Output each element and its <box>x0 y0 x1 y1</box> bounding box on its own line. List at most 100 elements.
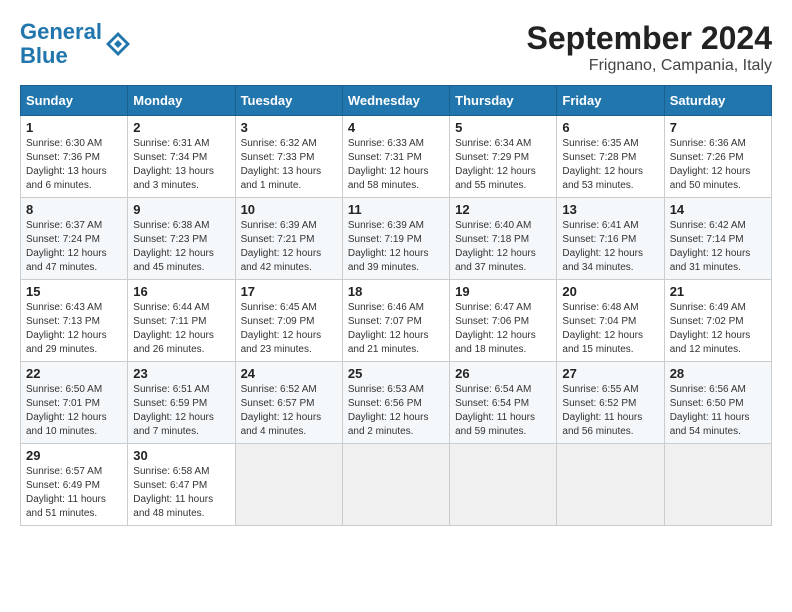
day-number: 13 <box>562 202 658 217</box>
calendar-cell: 22 Sunrise: 6:50 AMSunset: 7:01 PMDayligh… <box>21 362 128 444</box>
calendar-cell: 10 Sunrise: 6:39 AMSunset: 7:21 PMDayligh… <box>235 198 342 280</box>
calendar-cell: 1 Sunrise: 6:30 AMSunset: 7:36 PMDaylight… <box>21 116 128 198</box>
calendar-cell: 8Sunrise: 6:37 AMSunset: 7:24 PMDaylight… <box>21 198 128 280</box>
calendar-cell: 5 Sunrise: 6:34 AMSunset: 7:29 PMDaylight… <box>450 116 557 198</box>
calendar-cell: 24 Sunrise: 6:52 AMSunset: 6:57 PMDayligh… <box>235 362 342 444</box>
day-number: 27 <box>562 366 658 381</box>
cell-details: Sunrise: 6:44 AMSunset: 7:11 PMDaylight:… <box>133 301 229 357</box>
day-number: 11 <box>348 202 444 217</box>
calendar-week-row: 1 Sunrise: 6:30 AMSunset: 7:36 PMDaylight… <box>21 116 772 198</box>
calendar-cell: 29 Sunrise: 6:57 AMSunset: 6:49 PMDayligh… <box>21 444 128 526</box>
cell-details: Sunrise: 6:30 AMSunset: 7:36 PMDaylight:… <box>26 137 122 193</box>
cell-details: Sunrise: 6:48 AMSunset: 7:04 PMDaylight:… <box>562 301 658 357</box>
cell-details: Sunrise: 6:35 AMSunset: 7:28 PMDaylight:… <box>562 137 658 193</box>
cell-details: Sunrise: 6:54 AMSunset: 6:54 PMDaylight:… <box>455 383 551 439</box>
cell-details: Sunrise: 6:57 AMSunset: 6:49 PMDaylight:… <box>26 465 122 521</box>
calendar-cell: 13 Sunrise: 6:41 AMSunset: 7:16 PMDayligh… <box>557 198 664 280</box>
cell-details: Sunrise: 6:56 AMSunset: 6:50 PMDaylight:… <box>670 383 766 439</box>
calendar-cell: 28 Sunrise: 6:56 AMSunset: 6:50 PMDayligh… <box>664 362 771 444</box>
day-number: 3 <box>241 120 337 135</box>
calendar-cell: 27Sunrise: 6:55 AMSunset: 6:52 PMDayligh… <box>557 362 664 444</box>
cell-details: Sunrise: 6:46 AMSunset: 7:07 PMDaylight:… <box>348 301 444 357</box>
day-number: 28 <box>670 366 766 381</box>
day-number: 2 <box>133 120 229 135</box>
calendar-cell <box>557 444 664 526</box>
logo-blue: Blue <box>20 43 68 68</box>
calendar-week-row: 15 Sunrise: 6:43 AMSunset: 7:13 PMDayligh… <box>21 280 772 362</box>
cell-details: Sunrise: 6:49 AMSunset: 7:02 PMDaylight:… <box>670 301 766 357</box>
calendar-cell: 30Sunrise: 6:58 AMSunset: 6:47 PMDayligh… <box>128 444 235 526</box>
page-header: General Blue September 2024 Frignano, Ca… <box>20 20 772 75</box>
day-number: 29 <box>26 448 122 463</box>
day-header-friday: Friday <box>557 86 664 116</box>
day-number: 16 <box>133 284 229 299</box>
calendar-cell: 23 Sunrise: 6:51 AMSunset: 6:59 PMDayligh… <box>128 362 235 444</box>
calendar-week-row: 29 Sunrise: 6:57 AMSunset: 6:49 PMDayligh… <box>21 444 772 526</box>
cell-details: Sunrise: 6:53 AMSunset: 6:56 PMDaylight:… <box>348 383 444 439</box>
day-number: 25 <box>348 366 444 381</box>
cell-details: Sunrise: 6:47 AMSunset: 7:06 PMDaylight:… <box>455 301 551 357</box>
calendar-cell: 25 Sunrise: 6:53 AMSunset: 6:56 PMDayligh… <box>342 362 449 444</box>
cell-details: Sunrise: 6:39 AMSunset: 7:19 PMDaylight:… <box>348 219 444 275</box>
day-number: 10 <box>241 202 337 217</box>
calendar-cell: 16 Sunrise: 6:44 AMSunset: 7:11 PMDayligh… <box>128 280 235 362</box>
cell-details: Sunrise: 6:41 AMSunset: 7:16 PMDaylight:… <box>562 219 658 275</box>
calendar-cell: 2 Sunrise: 6:31 AMSunset: 7:34 PMDaylight… <box>128 116 235 198</box>
day-header-saturday: Saturday <box>664 86 771 116</box>
day-number: 8 <box>26 202 122 217</box>
calendar-cell: 26 Sunrise: 6:54 AMSunset: 6:54 PMDayligh… <box>450 362 557 444</box>
calendar-cell: 4 Sunrise: 6:33 AMSunset: 7:31 PMDaylight… <box>342 116 449 198</box>
logo-text: General Blue <box>20 20 102 68</box>
day-number: 24 <box>241 366 337 381</box>
calendar-cell: 21 Sunrise: 6:49 AMSunset: 7:02 PMDayligh… <box>664 280 771 362</box>
cell-details: Sunrise: 6:34 AMSunset: 7:29 PMDaylight:… <box>455 137 551 193</box>
cell-details: Sunrise: 6:40 AMSunset: 7:18 PMDaylight:… <box>455 219 551 275</box>
calendar-cell: 17Sunrise: 6:45 AMSunset: 7:09 PMDayligh… <box>235 280 342 362</box>
cell-details: Sunrise: 6:52 AMSunset: 6:57 PMDaylight:… <box>241 383 337 439</box>
day-number: 5 <box>455 120 551 135</box>
cell-details: Sunrise: 6:33 AMSunset: 7:31 PMDaylight:… <box>348 137 444 193</box>
calendar-week-row: 22 Sunrise: 6:50 AMSunset: 7:01 PMDayligh… <box>21 362 772 444</box>
cell-details: Sunrise: 6:51 AMSunset: 6:59 PMDaylight:… <box>133 383 229 439</box>
day-number: 22 <box>26 366 122 381</box>
logo-general: General <box>20 19 102 44</box>
calendar-cell <box>450 444 557 526</box>
cell-details: Sunrise: 6:43 AMSunset: 7:13 PMDaylight:… <box>26 301 122 357</box>
day-number: 19 <box>455 284 551 299</box>
calendar-table: SundayMondayTuesdayWednesdayThursdayFrid… <box>20 85 772 526</box>
day-number: 1 <box>26 120 122 135</box>
day-header-wednesday: Wednesday <box>342 86 449 116</box>
calendar-cell: 6Sunrise: 6:35 AMSunset: 7:28 PMDaylight… <box>557 116 664 198</box>
calendar-body: 1 Sunrise: 6:30 AMSunset: 7:36 PMDaylight… <box>21 116 772 526</box>
day-number: 12 <box>455 202 551 217</box>
day-number: 21 <box>670 284 766 299</box>
day-number: 15 <box>26 284 122 299</box>
day-number: 26 <box>455 366 551 381</box>
cell-details: Sunrise: 6:42 AMSunset: 7:14 PMDaylight:… <box>670 219 766 275</box>
cell-details: Sunrise: 6:36 AMSunset: 7:26 PMDaylight:… <box>670 137 766 193</box>
calendar-cell: 3 Sunrise: 6:32 AMSunset: 7:33 PMDaylight… <box>235 116 342 198</box>
day-number: 4 <box>348 120 444 135</box>
calendar-cell <box>235 444 342 526</box>
month-title: September 2024 <box>527 20 772 57</box>
day-number: 23 <box>133 366 229 381</box>
day-number: 14 <box>670 202 766 217</box>
calendar-cell: 7 Sunrise: 6:36 AMSunset: 7:26 PMDaylight… <box>664 116 771 198</box>
cell-details: Sunrise: 6:38 AMSunset: 7:23 PMDaylight:… <box>133 219 229 275</box>
calendar-cell: 15 Sunrise: 6:43 AMSunset: 7:13 PMDayligh… <box>21 280 128 362</box>
day-header-tuesday: Tuesday <box>235 86 342 116</box>
day-header-thursday: Thursday <box>450 86 557 116</box>
calendar-cell: 20Sunrise: 6:48 AMSunset: 7:04 PMDayligh… <box>557 280 664 362</box>
location: Frignano, Campania, Italy <box>527 57 772 75</box>
title-block: September 2024 Frignano, Campania, Italy <box>527 20 772 75</box>
cell-details: Sunrise: 6:50 AMSunset: 7:01 PMDaylight:… <box>26 383 122 439</box>
calendar-cell: 19 Sunrise: 6:47 AMSunset: 7:06 PMDayligh… <box>450 280 557 362</box>
cell-details: Sunrise: 6:32 AMSunset: 7:33 PMDaylight:… <box>241 137 337 193</box>
calendar-cell: 18Sunrise: 6:46 AMSunset: 7:07 PMDayligh… <box>342 280 449 362</box>
logo-icon <box>104 30 132 58</box>
cell-details: Sunrise: 6:39 AMSunset: 7:21 PMDaylight:… <box>241 219 337 275</box>
cell-details: Sunrise: 6:31 AMSunset: 7:34 PMDaylight:… <box>133 137 229 193</box>
calendar-cell: 12 Sunrise: 6:40 AMSunset: 7:18 PMDayligh… <box>450 198 557 280</box>
day-number: 7 <box>670 120 766 135</box>
logo: General Blue <box>20 20 132 68</box>
